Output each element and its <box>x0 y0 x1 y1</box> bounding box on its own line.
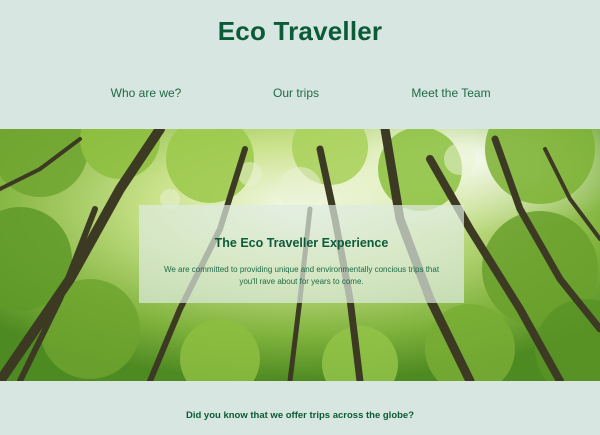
hero-banner: The Eco Traveller Experience We are comm… <box>0 129 600 381</box>
site-title: Eco Traveller <box>217 16 383 46</box>
main-nav: Who are we? Our trips Meet the Team <box>0 86 600 102</box>
hero-card: The Eco Traveller Experience We are comm… <box>139 205 464 303</box>
nav-link-who-are-we[interactable]: Who are we? <box>111 86 182 100</box>
page: Eco Traveller Who are we? Our trips Meet… <box>0 0 600 435</box>
nav-link-our-trips[interactable]: Our trips <box>273 86 319 100</box>
hero-card-title: The Eco Traveller Experience <box>214 236 389 250</box>
trips-question-heading: Did you know that we offer trips across … <box>185 410 415 421</box>
nav-link-meet-the-team[interactable]: Meet the Team <box>411 86 490 100</box>
hero-card-text: We are committed to providing unique and… <box>163 265 440 286</box>
